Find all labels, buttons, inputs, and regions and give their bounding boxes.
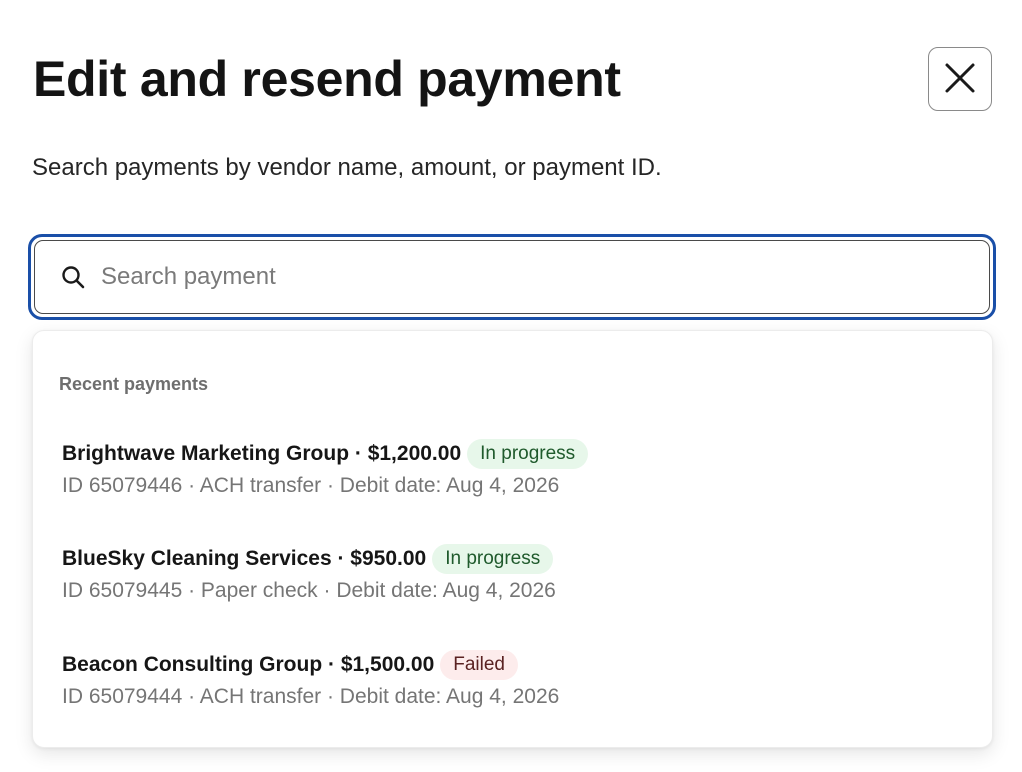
search-field-focus-ring bbox=[28, 234, 996, 320]
search-icon bbox=[59, 263, 87, 291]
list-item[interactable]: BlueSky Cleaning Services · $950.00 In p… bbox=[62, 543, 556, 603]
modal-description: Search payments by vendor name, amount, … bbox=[32, 154, 662, 181]
payment-details: ID 65079444 · ACH transfer · Debit date:… bbox=[62, 685, 560, 708]
list-item[interactable]: Beacon Consulting Group · $1,500.00 Fail… bbox=[62, 649, 559, 709]
recent-payments-dropdown: Recent payments Brightwave Marketing Gro… bbox=[32, 330, 993, 748]
recent-payments-heading: Recent payments bbox=[59, 374, 209, 394]
page-title: Edit and resend payment bbox=[33, 51, 621, 107]
edit-resend-payment-modal: Edit and resend payment Search payments … bbox=[0, 0, 1022, 772]
payment-title: Beacon Consulting Group · $1,500.00 bbox=[62, 653, 435, 676]
search-field[interactable] bbox=[34, 240, 990, 314]
close-icon bbox=[944, 62, 976, 97]
payment-details: ID 65079446 · ACH transfer · Debit date:… bbox=[62, 474, 560, 497]
payment-title: Brightwave Marketing Group · $1,200.00 bbox=[62, 442, 462, 465]
list-item[interactable]: Brightwave Marketing Group · $1,200.00 I… bbox=[62, 438, 589, 498]
status-badge: Failed bbox=[440, 650, 518, 680]
payment-title: BlueSky Cleaning Services · $950.00 bbox=[62, 547, 427, 570]
status-badge: In progress bbox=[432, 544, 554, 574]
close-button[interactable] bbox=[928, 47, 992, 111]
search-input[interactable] bbox=[101, 263, 921, 291]
status-badge: In progress bbox=[467, 439, 589, 469]
payment-details: ID 65079445 · Paper check · Debit date: … bbox=[62, 579, 556, 602]
